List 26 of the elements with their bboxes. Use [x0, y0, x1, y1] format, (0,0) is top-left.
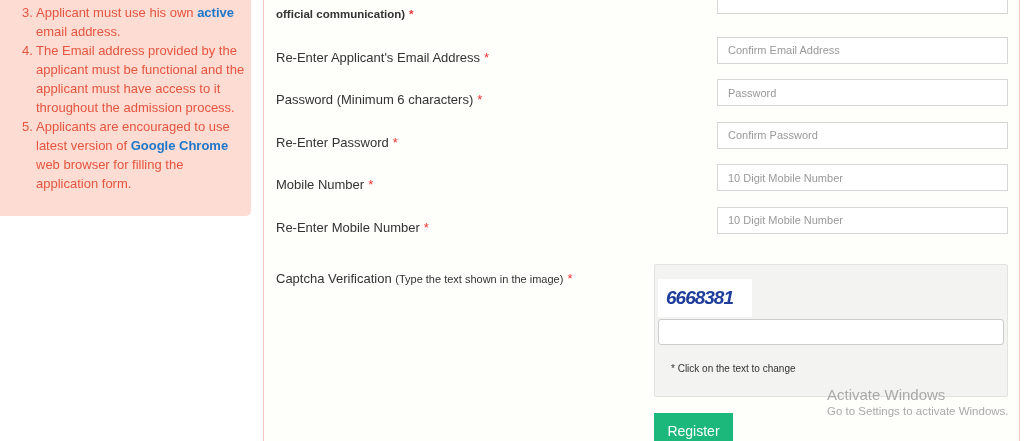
list-number: 5.: [22, 118, 33, 136]
input-field[interactable]: Password: [717, 79, 1008, 107]
register-button[interactable]: Register: [654, 412, 733, 441]
link[interactable]: Google Chrome: [130, 138, 229, 153]
input-field[interactable]: 10 Digit Mobile Number: [717, 164, 1008, 192]
field-label: Re-Enter Applicant's Email Address *: [276, 48, 490, 65]
field-label: Captcha Verification (Type the text shown in the image) *: [276, 269, 573, 288]
input-field[interactable]: Confirm Password: [717, 121, 1008, 149]
field-label: Mobile Number *: [276, 176, 374, 193]
captcha-image[interactable]: 6668381: [658, 278, 752, 317]
field-label: Re-Enter Mobile Number *: [276, 218, 429, 235]
captcha-note: * Click on the text to change: [671, 362, 797, 374]
input-field[interactable]: 10 Digit Mobile Number: [717, 206, 1008, 234]
field-label: official communication) *: [276, 7, 414, 20]
instruction-text: Applicants are encouraged to use latest version of Google Chrome web browser for filling the application form.: [36, 118, 231, 193]
field-label: Password (Minimum 6 characters) *: [276, 91, 483, 108]
list-number: 4.: [22, 42, 33, 60]
instruction-text: The Email address provided by the applicant must be functional and the applicant must have access to it throughout the admission process.: [36, 42, 246, 117]
link[interactable]: active: [197, 5, 234, 20]
captcha-field[interactable]: [658, 318, 1004, 345]
instruction-text: Applicant must use his own active email address.: [36, 4, 235, 41]
activation-message: Go to Settings to activate Windows.: [827, 405, 1009, 417]
field-label: Re-Enter Password *: [276, 133, 398, 150]
activation-title: Activate Windows: [827, 386, 947, 403]
input-field[interactable]: Confirm Email Address: [717, 36, 1008, 64]
list-number: 3.: [22, 4, 33, 22]
